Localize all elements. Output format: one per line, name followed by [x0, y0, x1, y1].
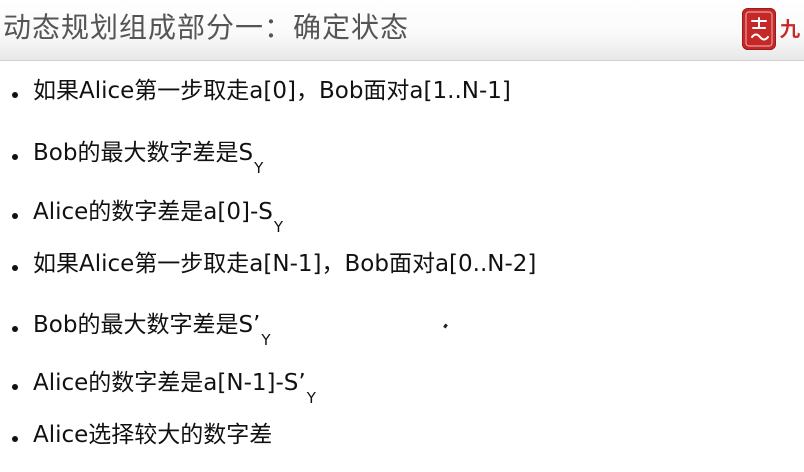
bullet-item: Alice的数字差是a[0]-SY: [12, 197, 284, 236]
bullet-item: Alice选择较大的数字差: [12, 422, 273, 456]
bullet-main-text: Bob的最大数字差是S: [33, 140, 254, 167]
bullet-item: Alice的数字差是a[N-1]-S’Y: [12, 368, 316, 407]
bullet-main-text: 如果Alice第一步取走a[N-1]，Bob面对a[0..N-2]: [33, 251, 537, 278]
bullet-text: 如果Alice第一步取走a[0]，Bob面对a[1..N-1]: [33, 76, 512, 114]
bullet-text: Alice选择较大的数字差: [33, 420, 273, 458]
bullet-text: Alice的数字差是a[0]-SY: [33, 197, 284, 236]
bullet-main-text: 如果Alice第一步取走a[0]，Bob面对a[1..N-1]: [33, 78, 511, 105]
bullet-main-text: Alice选择较大的数字差: [33, 422, 273, 449]
bullet-text: Alice的数字差是a[N-1]-S’Y: [33, 368, 316, 407]
bullet-dot-icon: [12, 213, 18, 219]
bullet-subscript: Y: [306, 388, 316, 407]
bullet-main-text: Alice的数字差是a[N-1]-S’: [33, 370, 306, 397]
bullet-item: Bob的最大数字差是SY: [12, 138, 264, 177]
bullet-item: Bob的最大数字差是S’Y: [12, 310, 271, 349]
bullet-dot-icon: [12, 265, 18, 271]
bullet-dot-icon: [12, 154, 18, 160]
bullet-dot-icon: [12, 92, 18, 98]
bullet-main-text: Bob的最大数字差是S’: [33, 312, 261, 339]
bullet-subscript: Y: [273, 217, 284, 236]
bullet-item: 如果Alice第一步取走a[0]，Bob面对a[1..N-1]: [12, 78, 512, 112]
bullet-dot-icon: [12, 326, 18, 332]
bullet-text: Bob的最大数字差是SY: [33, 138, 264, 177]
bullet-item: 如果Alice第一步取走a[N-1]，Bob面对a[0..N-2]: [12, 251, 537, 285]
bullet-dot-icon: [12, 384, 18, 390]
bullet-text: 如果Alice第一步取走a[N-1]，Bob面对a[0..N-2]: [33, 249, 537, 287]
bullet-subscript: Y: [254, 158, 264, 177]
bullet-subscript: Y: [261, 330, 271, 349]
bullet-text: Bob的最大数字差是S’Y: [33, 310, 271, 349]
bullet-main-text: Alice的数字差是a[0]-S: [33, 199, 273, 226]
bullet-list: 如果Alice第一步取走a[0]，Bob面对a[1..N-1] Bob的最大数字…: [0, 0, 804, 472]
bullet-dot-icon: [12, 436, 18, 442]
